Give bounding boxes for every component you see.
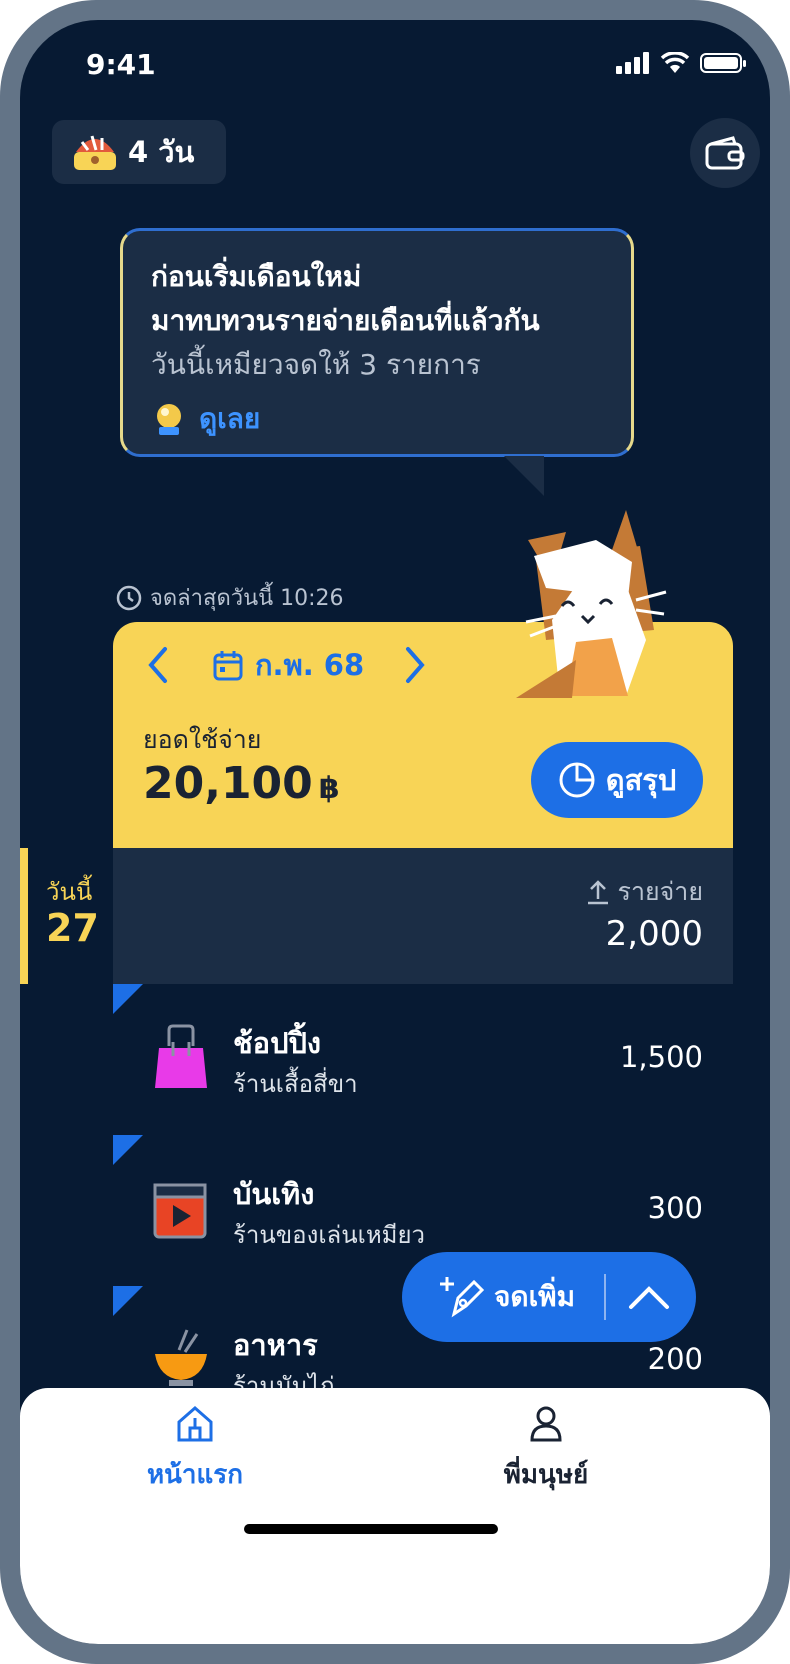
nav-person[interactable]: พี่มนุษย์ <box>466 1404 626 1495</box>
banner-subtitle: วันนี้เหมียวจดให้ 3 รายการ <box>151 348 481 381</box>
view-now-link[interactable]: ดูเลย <box>151 397 603 441</box>
spend-amount: 20,100 <box>143 758 313 809</box>
sushi-icon <box>74 135 116 170</box>
row-corner-marker <box>113 1135 143 1165</box>
signal-icon <box>616 52 649 74</box>
home-icon <box>177 1406 213 1442</box>
view-summary-button[interactable]: ดูสรุป <box>531 742 703 818</box>
month-navigator: ก.พ. 68 <box>143 642 430 688</box>
wallet-button[interactable] <box>690 118 760 188</box>
phone-frame: 9:41 4 วัน ก่อนเริ่มเดือนใหม่ มาทบทวนราย… <box>0 0 790 1664</box>
transaction-merchant: ร้านเสื้อสี่ขา <box>233 1070 358 1098</box>
today-date: 27 <box>46 906 99 950</box>
nav-person-label: พี่มนุษย์ <box>503 1460 589 1490</box>
transaction-title: อาหาร <box>233 1328 318 1362</box>
chevron-right-icon[interactable] <box>400 645 430 685</box>
add-note-button[interactable]: จดเพิ่ม <box>402 1252 696 1342</box>
battery-icon <box>700 53 746 73</box>
expense-total: 2,000 <box>605 914 703 954</box>
home-indicator <box>244 1524 498 1534</box>
status-icons <box>616 52 746 74</box>
month-label[interactable]: ก.พ. 68 <box>255 642 364 688</box>
row-corner-marker <box>113 984 143 1014</box>
shopping-bag-icon <box>155 1024 207 1088</box>
app-screen: 9:41 4 วัน ก่อนเริ่มเดือนใหม่ มาทบทวนราย… <box>20 20 770 1644</box>
currency-symbol: ฿ <box>318 771 340 806</box>
transaction-merchant: ร้านของเล่นเหมียว <box>233 1221 426 1249</box>
banner-title-line1: ก่อนเริ่มเดือนใหม่ <box>151 260 362 293</box>
row-corner-marker <box>113 1286 143 1316</box>
transaction-amount: 200 <box>647 1342 703 1376</box>
fab-divider <box>604 1274 606 1320</box>
transaction-title: บันเทิง <box>233 1177 315 1211</box>
pie-chart-icon <box>559 762 595 798</box>
cat-mascot <box>516 510 667 698</box>
streak-badge[interactable]: 4 วัน <box>52 120 226 184</box>
upload-arrow-icon <box>587 880 608 905</box>
add-note-label: จดเพิ่ม <box>494 1280 576 1313</box>
expand-button[interactable] <box>624 1274 674 1320</box>
add-pen-icon <box>440 1277 484 1318</box>
chevron-left-icon[interactable] <box>143 645 173 685</box>
today-marker <box>20 848 28 984</box>
spend-value: 20,100 ฿ <box>143 758 340 809</box>
bubble-tail <box>504 456 544 496</box>
transaction-title: ช้อปปิ้ง <box>233 1026 322 1060</box>
view-now-label: ดูเลย <box>199 402 261 435</box>
transaction-row[interactable]: ช้อปปิ้ง ร้านเสื้อสี่ขา 1,500 <box>113 984 733 1135</box>
transaction-list: ช้อปปิ้ง ร้านเสื้อสี่ขา 1,500 บันเทิง ร้… <box>113 984 733 1437</box>
bottom-nav: หน้าแรก พี่มนุษย์ <box>20 1388 770 1644</box>
streak-label: 4 วัน <box>128 135 195 169</box>
expense-label-text: รายจ่าย <box>617 877 703 906</box>
person-icon <box>530 1406 562 1442</box>
spend-label: ยอดใช้จ่าย <box>143 725 262 754</box>
review-banner[interactable]: ก่อนเริ่มเดือนใหม่ มาทบทวนรายจ่ายเดือนที… <box>120 228 634 457</box>
entertainment-icon <box>153 1183 207 1239</box>
chevron-up-icon <box>629 1286 669 1309</box>
last-note: จดล่าสุดวันนี้ 10:26 <box>116 580 344 615</box>
nav-home-label: หน้าแรก <box>147 1460 243 1490</box>
transaction-amount: 1,500 <box>619 1040 703 1074</box>
crystal-ball-icon <box>157 404 181 435</box>
clock-icon <box>116 585 142 610</box>
last-note-text: จดล่าสุดวันนี้ 10:26 <box>150 586 344 611</box>
wallet-icon <box>705 136 745 170</box>
expense-label: รายจ่าย <box>586 872 703 912</box>
nav-home[interactable]: หน้าแรก <box>115 1404 275 1495</box>
day-total-bar: รายจ่าย 2,000 <box>113 848 733 984</box>
wifi-icon <box>660 52 690 73</box>
status-time: 9:41 <box>86 48 156 81</box>
view-summary-label: ดูสรุป <box>605 763 677 797</box>
food-bowl-icon <box>155 1329 207 1386</box>
banner-title-line2: มาทบทวนรายจ่ายเดือนที่แล้วกัน <box>151 304 540 337</box>
calendar-icon <box>213 651 243 681</box>
transaction-amount: 300 <box>647 1191 703 1225</box>
